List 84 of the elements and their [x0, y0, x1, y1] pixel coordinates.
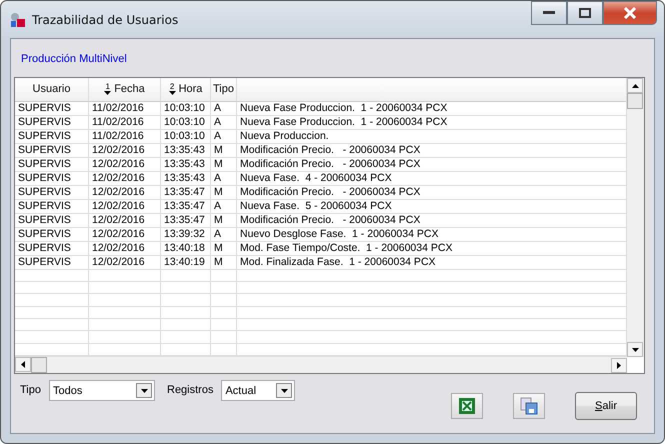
table-cell: 12/02/2016 — [89, 256, 161, 269]
dropdown-caret-icon — [280, 388, 288, 392]
module-label: Producción MultiNivel — [21, 53, 127, 65]
table-cell: 12/02/2016 — [89, 144, 161, 157]
table-cell: 11/02/2016 — [89, 116, 161, 129]
app-icon — [10, 12, 26, 28]
table-cell: SUPERVIS — [15, 158, 89, 171]
scroll-thumb[interactable] — [31, 357, 47, 373]
maximize-icon — [579, 8, 591, 18]
excel-export-button[interactable] — [451, 393, 483, 419]
table-cell: SUPERVIS — [15, 186, 89, 199]
table-cell: 13:35:43 — [161, 158, 211, 171]
table-cell: 12/02/2016 — [89, 228, 161, 241]
table-cell: SUPERVIS — [15, 130, 89, 143]
table-cell: M — [211, 242, 237, 255]
table-cell: SUPERVIS — [15, 256, 89, 269]
table-cell: 10:03:10 — [161, 130, 211, 143]
table-cell: SUPERVIS — [15, 214, 89, 227]
scroll-up-icon — [632, 84, 638, 88]
table-cell: 13:35:47 — [161, 214, 211, 227]
minimize-icon — [543, 11, 555, 15]
table-cell: A — [211, 116, 237, 129]
table-cell: 12/02/2016 — [89, 214, 161, 227]
table-cell: A — [211, 102, 237, 115]
table-cell: SUPERVIS — [15, 102, 89, 115]
exit-button[interactable]: Salir — [575, 392, 637, 420]
maximize-button[interactable] — [567, 1, 603, 25]
table-cell: 13:35:43 — [161, 144, 211, 157]
table-cell: 12/02/2016 — [89, 186, 161, 199]
spreadsheet-icon — [459, 398, 475, 414]
table-cell: M — [211, 144, 237, 157]
table-cell: SUPERVIS — [15, 228, 89, 241]
close-button[interactable] — [603, 1, 657, 25]
table-cell: A — [211, 130, 237, 143]
table-cell: 10:03:10 — [161, 116, 211, 129]
table-cell: A — [211, 228, 237, 241]
table-cell: 11/02/2016 — [89, 102, 161, 115]
table-cell: SUPERVIS — [15, 200, 89, 213]
sort-arrow-icon — [168, 91, 176, 96]
table-cell: A — [211, 200, 237, 213]
dropdown-caret-icon — [140, 388, 148, 392]
column-header[interactable]: Tipo — [211, 78, 237, 101]
filter-label: Registros — [167, 383, 214, 398]
save-icon — [520, 397, 538, 415]
table-cell: 10:03:10 — [161, 102, 211, 115]
filter-dropdown[interactable]: Todos — [49, 380, 155, 401]
column-header[interactable]: 2 Hora — [161, 78, 211, 101]
scroll-left-icon — [21, 361, 25, 368]
table-cell: 13:39:32 — [161, 228, 211, 241]
sort-arrow-icon — [104, 91, 112, 96]
horizontal-scrollbar[interactable] — [15, 356, 627, 373]
table-cell: 11/02/2016 — [89, 130, 161, 143]
column-header[interactable]: 1 Fecha — [89, 78, 161, 101]
table-cell: SUPERVIS — [15, 144, 89, 157]
minimize-button[interactable] — [531, 1, 567, 25]
column-header[interactable]: Usuario — [15, 78, 89, 101]
scroll-thumb[interactable] — [627, 93, 643, 109]
table-cell: 12/02/2016 — [89, 242, 161, 255]
sort-order: 1 — [105, 83, 110, 92]
filter-label: Tipo — [20, 383, 41, 398]
table-cell: 13:40:19 — [161, 256, 211, 269]
table-cell: SUPERVIS — [15, 172, 89, 185]
table-cell: 12/02/2016 — [89, 200, 161, 213]
table-cell: A — [211, 172, 237, 185]
vertical-scrollbar[interactable] — [626, 78, 644, 357]
table-cell: 13:35:47 — [161, 186, 211, 199]
close-icon — [623, 7, 637, 19]
filter-dropdown[interactable]: Actual — [221, 380, 296, 401]
table-cell: 13:35:43 — [161, 172, 211, 185]
save-button[interactable] — [513, 393, 545, 419]
scroll-down-icon — [632, 348, 638, 352]
window-title: Trazabilidad de Usuarios — [32, 12, 178, 26]
table-cell: M — [211, 256, 237, 269]
table-cell: 12/02/2016 — [89, 172, 161, 185]
scroll-right-icon — [617, 362, 621, 368]
table-cell: M — [211, 158, 237, 171]
table-cell: SUPERVIS — [15, 116, 89, 129]
sort-order: 2 — [170, 83, 174, 92]
table-cell: M — [211, 214, 237, 227]
table-cell: 13:40:18 — [161, 242, 211, 255]
table-cell: M — [211, 186, 237, 199]
table-cell: 12/02/2016 — [89, 158, 161, 171]
table-cell: 13:35:47 — [161, 200, 211, 213]
table-cell: SUPERVIS — [15, 242, 89, 255]
